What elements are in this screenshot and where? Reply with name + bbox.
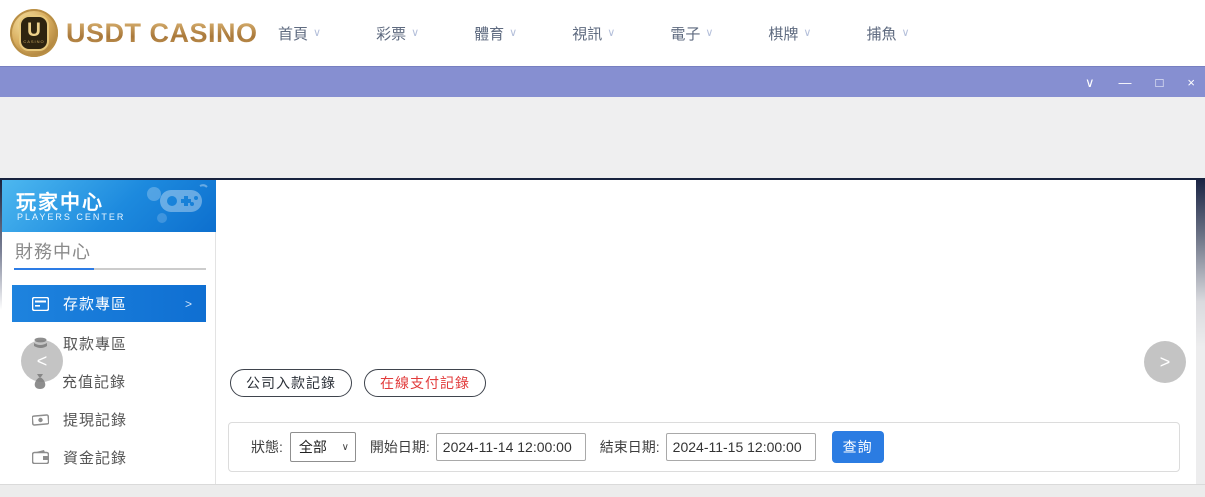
brand-wordmark: USDT CASINO [66, 17, 258, 48]
deposit-card-icon [32, 296, 49, 311]
end-date-input[interactable] [665, 433, 816, 461]
nav-label: 棋牌 [768, 25, 799, 43]
nav-label: 體育 [474, 25, 505, 43]
app-window: U CASINO USDT CASINO 首頁 ∨ 彩票 ∨ 體育 ∨ 視訊 ∨ [0, 0, 1205, 497]
chevron-down-icon: ∨ [313, 26, 322, 39]
nav-item-slots[interactable]: 電子 ∨ [670, 23, 713, 44]
nav-item-lottery[interactable]: 彩票 ∨ [376, 23, 419, 44]
query-button[interactable]: 查詢 [831, 431, 884, 463]
start-date-label: 開始日期: [369, 439, 430, 455]
section-underline-accent [14, 268, 94, 270]
chevron-right-icon: > [184, 296, 192, 311]
left-edge-shadow [0, 180, 2, 310]
window-controls: ∨ — □ × [1083, 67, 1197, 98]
status-label: 狀態: [251, 439, 283, 455]
collapse-chevron-icon[interactable]: ∨ [1083, 76, 1097, 89]
sidebar-title: 玩家中心 [16, 192, 104, 214]
sidebar-item-withdraw-records[interactable]: 提現記錄 [12, 400, 206, 438]
spacer-band [0, 97, 1205, 178]
chevron-down-icon: ∨ [901, 26, 910, 39]
site-header: U CASINO USDT CASINO 首頁 ∨ 彩票 ∨ 體育 ∨ 視訊 ∨ [0, 0, 1205, 66]
maximize-icon[interactable]: □ [1154, 76, 1166, 89]
start-date-input[interactable] [435, 433, 586, 461]
logo-inner: U CASINO [19, 15, 49, 51]
wallet-icon [32, 450, 49, 464]
nav-label: 電子 [670, 25, 701, 43]
minimize-icon[interactable]: — [1117, 76, 1134, 89]
logo-emblem-icon: U CASINO [10, 9, 58, 57]
sidebar-subtitle: PLAYERS CENTER [17, 212, 126, 222]
logo-letter: U [27, 20, 41, 41]
right-edge-shadow [1196, 180, 1205, 484]
sidebar-item-label: 存款專區 [63, 296, 128, 313]
gamepad-icon [147, 184, 208, 223]
brand-logo[interactable]: U CASINO USDT CASINO [10, 9, 258, 57]
window-titlebar: ∨ — □ × [0, 66, 1205, 97]
sidebar-item-label: 充值記錄 [62, 373, 127, 391]
close-icon[interactable]: × [1185, 76, 1197, 89]
tab-label: 公司入款記錄 [246, 375, 336, 391]
nav-item-home[interactable]: 首頁 ∨ [278, 23, 321, 44]
sidebar-item-label: 取款專區 [63, 335, 128, 353]
chevron-down-icon: ∨ [509, 26, 518, 39]
tab-online-payment-records[interactable]: 在線支付記錄 [364, 369, 486, 397]
chevron-down-icon: ∨ [411, 26, 420, 39]
nav-label: 首頁 [278, 25, 309, 43]
sidebar-item-fund-records[interactable]: 資金記錄 [12, 438, 206, 476]
sidebar-item-deposit-zone[interactable]: 存款專區 > [12, 285, 206, 322]
nav-item-live[interactable]: 視訊 ∨ [572, 23, 615, 44]
sidebar-item-label: 資金記錄 [63, 449, 128, 467]
chevron-down-icon: ∨ [803, 26, 812, 39]
nav-label: 捕魚 [866, 25, 897, 43]
record-tabs: 公司入款記錄 在線支付記錄 [230, 369, 486, 397]
carousel-left-button[interactable]: < [21, 340, 63, 382]
chevron-left-icon: < [36, 350, 48, 371]
chevron-down-icon: ∨ [607, 26, 616, 39]
nav-item-cards[interactable]: 棋牌 ∨ [768, 23, 811, 44]
end-date-label: 結束日期: [599, 439, 660, 455]
sidebar-item-label: 提現記錄 [63, 411, 128, 429]
logo-small-text: CASINO [23, 39, 45, 44]
bottom-strip [0, 484, 1205, 497]
section-underline [14, 268, 206, 270]
status-select-value: 全部 [298, 439, 327, 455]
sidebar: 玩家中心 PLAYERS CENTER 財務中心 存款專區 > 取款專區 充值記… [2, 180, 216, 484]
tab-company-deposit-records[interactable]: 公司入款記錄 [230, 369, 352, 397]
banknote-icon [32, 413, 49, 426]
main-nav: 首頁 ∨ 彩票 ∨ 體育 ∨ 視訊 ∨ 電子 ∨ 棋牌 ∨ 捕魚 ∨ [278, 0, 910, 66]
filter-bar: 狀態: 全部 ∨ 開始日期: 結束日期: 查詢 [228, 422, 1180, 472]
nav-item-sports[interactable]: 體育 ∨ [474, 23, 517, 44]
chevron-right-icon: > [1159, 351, 1171, 372]
nav-label: 視訊 [572, 25, 603, 43]
finance-center-heading: 財務中心 [15, 242, 91, 262]
nav-item-fishing[interactable]: 捕魚 ∨ [866, 23, 909, 44]
nav-label: 彩票 [376, 25, 407, 43]
status-select[interactable]: 全部 ∨ [289, 432, 356, 462]
tab-label: 在線支付記錄 [380, 375, 470, 391]
players-center-header: 玩家中心 PLAYERS CENTER [2, 180, 216, 232]
content-area: 玩家中心 PLAYERS CENTER 財務中心 存款專區 > 取款專區 充值記… [0, 180, 1205, 497]
chevron-down-icon: ∨ [705, 26, 714, 39]
carousel-right-button[interactable]: > [1144, 341, 1186, 383]
select-caret-icon: ∨ [341, 441, 349, 453]
